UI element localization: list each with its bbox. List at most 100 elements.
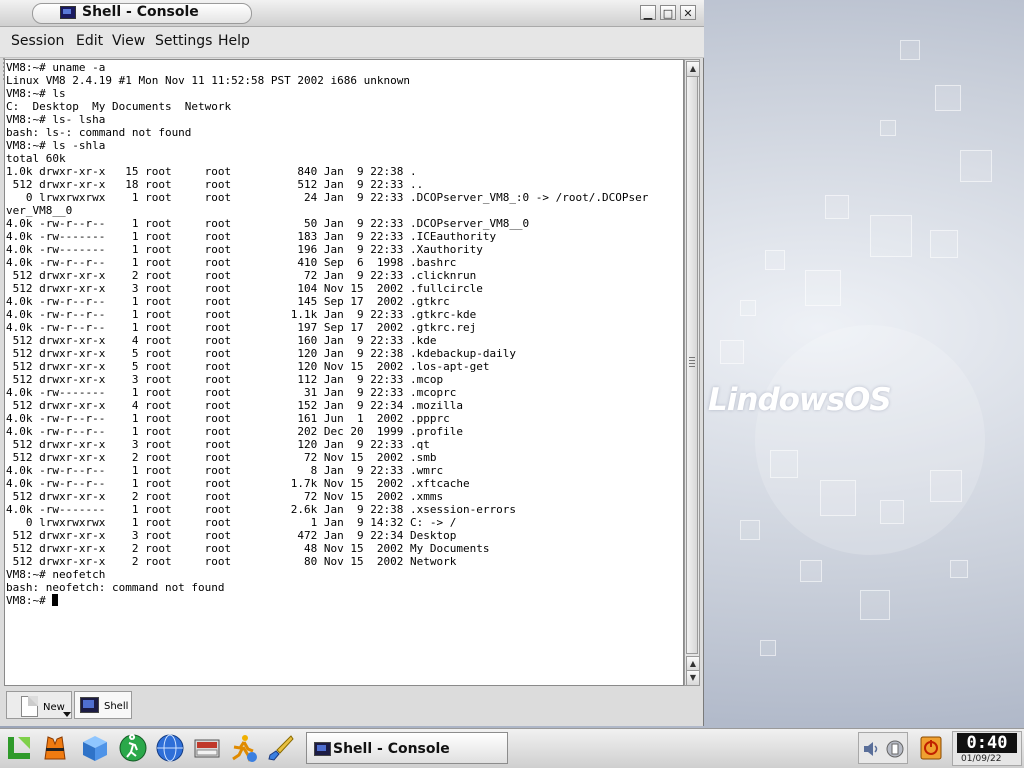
terminal-line: 512 drwxr-xr-x 2 root root 48 Nov 15 200…	[12, 542, 490, 555]
terminal-line: 512 drwxr-xr-x 2 root root 72 Jan 9 22:3…	[12, 269, 477, 282]
terminal-line: 1.0k drwxr-xr-x 15 root root 840 Jan 9 2…	[6, 165, 417, 178]
terminal-line: VM8:~# uname -a	[6, 61, 106, 74]
desktop-decor-square	[930, 470, 962, 502]
desktop-decor-square	[770, 450, 798, 478]
terminal-line: 4.0k -rw------- 1 root root 196 Jan 9 22…	[6, 243, 483, 256]
terminal-line: 4.0k -rw-r--r-- 1 root root 8 Jan 9 22:3…	[6, 464, 444, 477]
terminal-icon	[80, 697, 99, 713]
terminal-line: 4.0k -rw-r--r-- 1 root root 50 Jan 9 22:…	[6, 217, 530, 230]
browser-globe-icon[interactable]	[155, 733, 185, 763]
paint-brush-icon[interactable]	[265, 733, 295, 763]
vertical-scrollbar[interactable]: ▲ ▲ ▼	[684, 59, 700, 686]
scroll-down-icon[interactable]: ▼	[686, 670, 700, 686]
terminal-line: 4.0k -rw-r--r-- 1 root root 1.1k Jan 9 2…	[6, 308, 477, 321]
minimize-button[interactable]: ▁	[640, 5, 656, 20]
desktop-decor-square	[825, 195, 849, 219]
network-status-icon[interactable]	[885, 739, 905, 759]
menu-session[interactable]: Session	[11, 33, 64, 49]
clock[interactable]: 0:40 01/09/22	[952, 731, 1022, 766]
scroll-up-icon[interactable]: ▲	[686, 61, 700, 77]
terminal-line: 512 drwxr-xr-x 2 root root 72 Nov 15 200…	[12, 490, 444, 503]
terminal-line: VM8:~# ls	[6, 87, 66, 100]
terminal-icon[interactable]	[60, 6, 76, 19]
terminal-line: ver_VM8__0	[6, 204, 73, 217]
desktop-decor-square	[870, 215, 912, 257]
terminal-output[interactable]: VM8:~# uname -a Linux VM8 2.4.19 #1 Mon …	[4, 59, 684, 686]
desktop-decor-square	[820, 480, 856, 516]
close-button[interactable]: ✕	[680, 5, 696, 20]
desktop-logo: LindowsOS	[708, 382, 892, 418]
terminal-line: VM8:~# ls -shla	[6, 139, 106, 152]
terminal-line: 4.0k -rw------- 1 root root 31 Jan 9 22:…	[6, 386, 457, 399]
file-cabinet-icon[interactable]	[192, 733, 222, 763]
session-tab-shell[interactable]: Shell	[74, 691, 132, 719]
terminal-line: 4.0k -rw-r--r-- 1 root root 197 Sep 17 2…	[6, 321, 477, 334]
terminal-line: 512 drwxr-xr-x 4 root root 160 Jan 9 22:…	[12, 334, 437, 347]
package-box-icon[interactable]	[80, 733, 110, 763]
terminal-line: 512 drwxr-xr-x 18 root root 512 Jan 9 22…	[12, 178, 424, 191]
desktop-decor-square	[935, 85, 961, 111]
new-session-label: New	[43, 702, 65, 713]
speaker-icon[interactable]	[862, 739, 882, 759]
life-vest-icon[interactable]	[40, 733, 70, 763]
desktop-decor-square	[800, 560, 822, 582]
desktop-decor-square	[765, 250, 785, 270]
terminal-line: Linux VM8 2.4.19 #1 Mon Nov 11 11:52:58 …	[6, 74, 410, 87]
power-icon[interactable]	[920, 736, 942, 760]
terminal-line: 4.0k -rw-r--r-- 1 root root 202 Dec 20 1…	[6, 425, 463, 438]
terminal-line: C: Desktop My Documents Network	[6, 100, 232, 113]
task-button-label: Shell - Console	[333, 741, 450, 757]
terminal-line: 4.0k -rw-r--r-- 1 root root 161 Jun 1 20…	[6, 412, 450, 425]
menu-view[interactable]: View	[112, 33, 145, 49]
scrollbar-thumb[interactable]	[686, 76, 698, 654]
terminal-line: 4.0k -rw-r--r-- 1 root root 1.7k Nov 15 …	[6, 477, 470, 490]
clock-date: 01/09/22	[961, 754, 1002, 764]
desktop-decor-square	[860, 590, 890, 620]
runner-icon[interactable]	[228, 733, 258, 763]
maximize-button[interactable]: □	[660, 5, 676, 20]
desktop-decor-square	[760, 640, 776, 656]
system-tray	[858, 732, 908, 764]
menu-settings[interactable]: Settings	[155, 33, 212, 49]
terminal-line: 512 drwxr-xr-x 5 root root 120 Nov 15 20…	[12, 360, 490, 373]
terminal-line: total 60k	[6, 152, 66, 165]
terminal-line: 512 drwxr-xr-x 3 root root 104 Nov 15 20…	[12, 282, 483, 295]
desktop-decor-square	[740, 300, 756, 316]
terminal-line: 512 drwxr-xr-x 2 root root 80 Nov 15 200…	[12, 555, 457, 568]
terminal-prompt: VM8:~#	[6, 594, 53, 607]
task-button-shell-console[interactable]: Shell - Console	[306, 732, 508, 764]
chevron-down-icon[interactable]	[63, 712, 71, 717]
window-titlebar[interactable]: Shell - Console ▁ □ ✕	[0, 0, 704, 27]
terminal-line: bash: ls-: command not found	[6, 126, 192, 139]
terminal-line: VM8:~# ls- lsha	[6, 113, 106, 126]
desktop-decor-square	[720, 340, 744, 364]
new-session-button[interactable]: New	[6, 691, 72, 719]
menubar: Session Edit View Settings Help	[0, 27, 704, 80]
konsole-window: Shell - Console ▁ □ ✕ Session Edit View …	[0, 0, 704, 726]
scrollbar-grip-icon	[689, 357, 695, 369]
terminal-line: bash: neofetch: command not found	[6, 581, 225, 594]
clock-time: 0:40	[957, 733, 1017, 753]
desktop-decor-square	[880, 500, 904, 524]
terminal-line: 512 drwxr-xr-x 3 root root 120 Jan 9 22:…	[12, 438, 430, 451]
desktop-decor-square	[930, 230, 958, 258]
new-document-icon	[21, 696, 38, 717]
terminal-icon	[314, 742, 331, 756]
terminal-line: 4.0k -rw-r--r-- 1 root root 410 Sep 6 19…	[6, 256, 457, 269]
desktop-decor-square	[880, 120, 896, 136]
desktop-decor-square	[950, 560, 968, 578]
terminal-line: 512 drwxr-xr-x 5 root root 120 Jan 9 22:…	[12, 347, 516, 360]
text-cursor	[52, 594, 59, 606]
terminal-line: 4.0k -rw-r--r-- 1 root root 145 Sep 17 2…	[6, 295, 450, 308]
menu-help[interactable]: Help	[218, 33, 250, 49]
terminal-line: VM8:~# neofetch	[6, 568, 106, 581]
click-n-run-icon[interactable]	[118, 733, 148, 763]
terminal-line: 0 lrwxrwxrwx 1 root root 24 Jan 9 22:33 …	[25, 191, 649, 204]
session-tab-label: Shell	[104, 701, 129, 712]
taskbar: Shell - Console 0:40 01/09/22	[0, 728, 1024, 768]
terminal-lines: VM8:~# uname -a Linux VM8 2.4.19 #1 Mon …	[6, 61, 648, 594]
desktop-decor-square	[900, 40, 920, 60]
menu-edit[interactable]: Edit	[76, 33, 103, 49]
lindows-start-icon[interactable]	[4, 733, 34, 763]
window-title: Shell - Console	[82, 4, 199, 20]
